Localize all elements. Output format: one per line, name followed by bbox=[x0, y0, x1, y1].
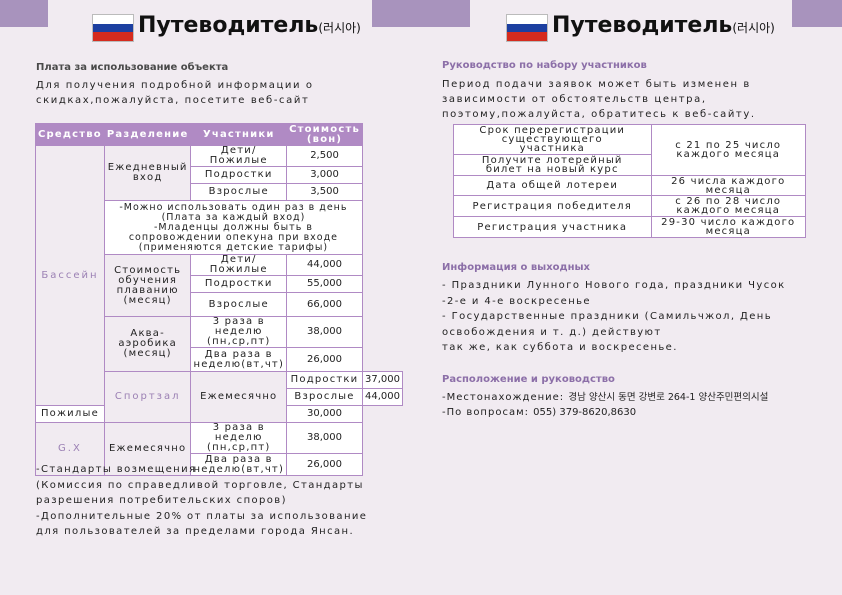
address-line: -Местонахождение: 경남 양산시 동면 강변로 264-1 양산… bbox=[442, 390, 768, 405]
reg-label: Получите лотерейный билет на новый курс bbox=[453, 154, 652, 176]
holidays-list: - Праздники Лунного Нового года, праздни… bbox=[442, 280, 786, 353]
top-tab-right bbox=[792, 0, 842, 27]
phone-label: -По вопросам: bbox=[442, 407, 529, 418]
header-cost: Стоимость (вон) bbox=[286, 123, 363, 146]
price: 38,000 bbox=[286, 422, 363, 454]
phone-value: 055) 379-8620,8630 bbox=[533, 407, 637, 418]
title-ru: Путеводитель bbox=[138, 13, 319, 38]
fee-intro: Для получения подробной информации о скид… bbox=[36, 80, 314, 106]
reg-label: Срок перерегистрации существующего участни… bbox=[453, 124, 652, 155]
participant: Дети/Пожилые bbox=[190, 254, 288, 276]
address-value: 경남 양산시 동면 강변로 264-1 양산주민편의시설 bbox=[568, 392, 769, 403]
reg-value: 26 числа каждого месяца bbox=[650, 175, 807, 196]
header-facility: Средство bbox=[35, 123, 105, 146]
russia-flag-icon bbox=[92, 14, 134, 42]
participant: Подростки bbox=[286, 371, 363, 389]
participant: Пожилые bbox=[35, 405, 105, 423]
section-fee-heading: Плата за использование объекта bbox=[36, 62, 229, 73]
category-gym: Спортзал bbox=[103, 371, 192, 423]
participant: Подростки bbox=[190, 275, 288, 293]
price: 37,000 bbox=[361, 371, 403, 389]
page-title-left: Путеводитель(러시아) bbox=[138, 13, 361, 38]
fee-table: Средство Разделение Участники Стоимость(… bbox=[35, 123, 403, 476]
page-title-right: Путеводитель(러시아) bbox=[552, 13, 775, 38]
top-tab-left bbox=[0, 0, 48, 27]
participant: Взрослые bbox=[190, 183, 288, 201]
daily-entry: Ежедневный вход bbox=[103, 145, 192, 201]
phone-line: -По вопросам: 055) 379-8620,8630 bbox=[442, 405, 636, 420]
monthly: Ежемесячно bbox=[190, 371, 288, 423]
price: 44,000 bbox=[361, 388, 403, 406]
price: 2,500 bbox=[286, 145, 363, 167]
section-location-heading: Расположение и руководство bbox=[442, 374, 615, 385]
price: 55,000 bbox=[286, 275, 363, 293]
price: 38,000 bbox=[286, 316, 363, 348]
reg-value: с 26 по 28 число каждого месяца bbox=[650, 195, 807, 217]
registration-table: Срок перерегистрации существующего участни… bbox=[453, 124, 807, 238]
category-pool: Бассейн bbox=[35, 145, 105, 406]
top-tab-center bbox=[372, 0, 470, 27]
aqua-aerobics: Аква-аэробика (месяц) bbox=[103, 316, 192, 372]
title-ru: Путеводитель bbox=[552, 13, 733, 38]
participant: Дети/Пожилые bbox=[190, 145, 288, 167]
participant: Подростки bbox=[190, 166, 288, 184]
daily-note: -Можно использовать один раз в день (Плат… bbox=[103, 200, 363, 255]
address-label: -Местонахождение: bbox=[442, 392, 565, 403]
swim-lessons: Стоимость обучения плаванию (месяц) bbox=[103, 254, 192, 317]
participant: Взрослые bbox=[190, 292, 288, 317]
reg-label: Дата общей лотереи bbox=[453, 175, 652, 196]
reg-label: Регистрация участника bbox=[453, 216, 652, 238]
header-division: Разделение bbox=[103, 123, 192, 146]
price: 66,000 bbox=[286, 292, 363, 317]
russia-flag-icon bbox=[506, 14, 548, 42]
header-participants: Участники bbox=[190, 123, 288, 146]
participant: Взрослые bbox=[286, 388, 363, 406]
section-recruit-heading: Руководство по набору участников bbox=[442, 60, 647, 71]
fee-footer: -Стандарты возмещения (Комиссия по справе… bbox=[36, 464, 368, 537]
price: 44,000 bbox=[286, 254, 363, 276]
schedule: Два раза в неделю(вт,чт) bbox=[190, 347, 288, 372]
price: 26,000 bbox=[286, 347, 363, 372]
section-holidays-heading: Информация о выходных bbox=[442, 262, 590, 273]
recruit-text: Период подачи заявок может быть изменен … bbox=[442, 79, 756, 120]
reg-value: 29-30 число каждого месяца bbox=[650, 216, 807, 238]
price: 3,000 bbox=[286, 166, 363, 184]
schedule: 3 раза в неделю (пн,ср,пт) bbox=[190, 316, 288, 348]
title-ko: (러시아) bbox=[732, 21, 775, 35]
reg-value: с 21 по 25 число каждого месяца bbox=[650, 124, 807, 176]
schedule: 3 раза в неделю (пн,ср,пт) bbox=[190, 422, 288, 454]
price: 30,000 bbox=[286, 405, 363, 423]
reg-label: Регистрация победителя bbox=[453, 195, 652, 217]
title-ko: (러시아) bbox=[318, 21, 361, 35]
price: 3,500 bbox=[286, 183, 363, 201]
